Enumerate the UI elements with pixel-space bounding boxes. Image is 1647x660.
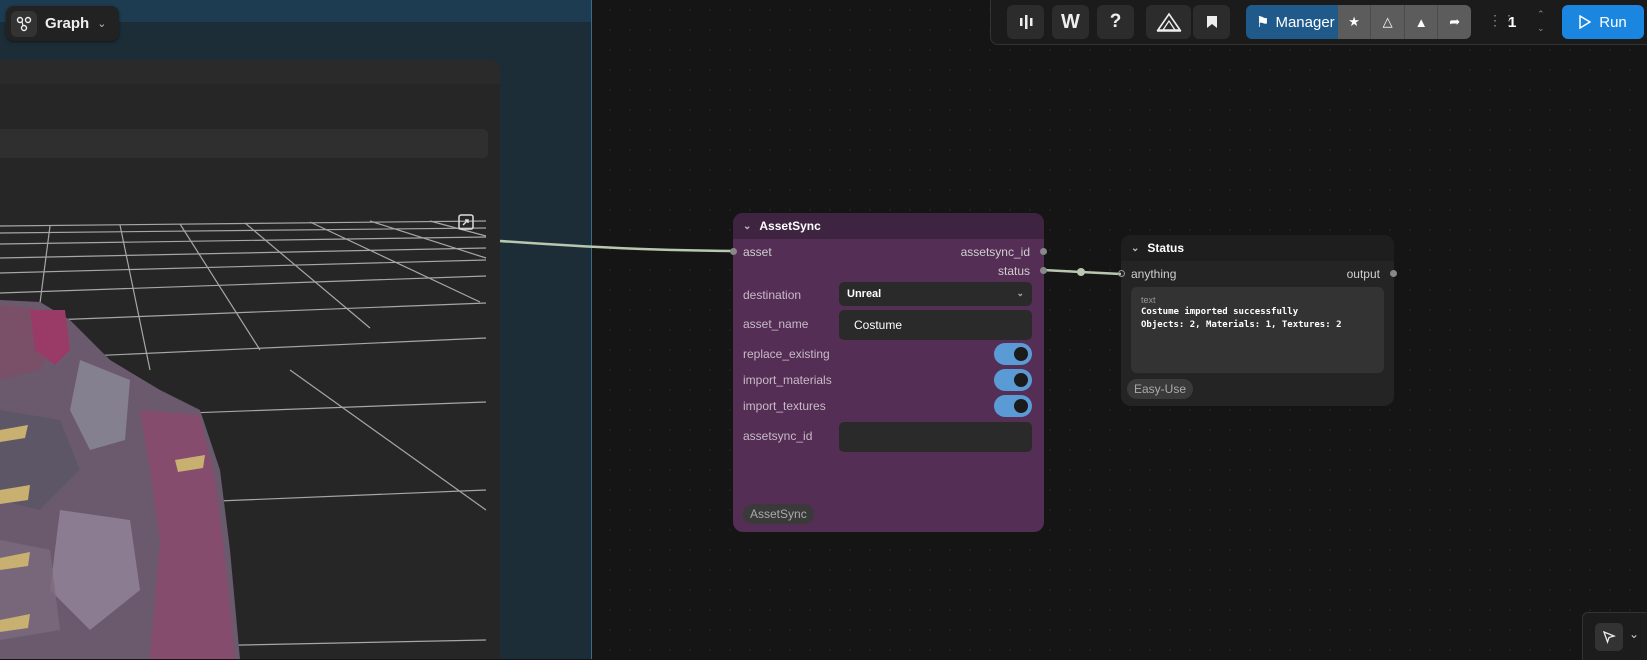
assetsync-node-title: AssetSync — [759, 219, 821, 233]
canvas-mode-control: ⌄ — [1582, 612, 1647, 660]
star-icon[interactable]: ★ — [1337, 5, 1371, 39]
bookmark-icon[interactable] — [1193, 5, 1230, 39]
collapse-chevron-icon[interactable]: ⌄ — [1131, 243, 1139, 254]
link-asset — [499, 239, 734, 253]
status-node[interactable]: ⌄ Status anything output text Costume im… — [1118, 235, 1397, 406]
pointer-icon[interactable] — [1595, 623, 1623, 651]
chevron-down-icon: ⌄ — [97, 18, 107, 30]
status-output-label: status — [997, 264, 1030, 278]
top-toolbar: W ? ⚑ Manager ★ △ ▲ ➦ ⋮⋮ 1 ⌃ ⌄ Run — [990, 0, 1647, 45]
help-icon[interactable]: ? — [1097, 5, 1134, 39]
chevron-down-icon: ⌄ — [1016, 288, 1024, 298]
run-button[interactable]: Run — [1562, 5, 1644, 39]
manager-button[interactable]: ⚑ Manager — [1246, 5, 1338, 39]
asset-input-label: asset — [743, 245, 772, 259]
text-output-label: text — [1141, 295, 1156, 305]
status-output-socket[interactable] — [1040, 267, 1047, 274]
status-text-line-1: Costume imported successfully — [1141, 307, 1299, 317]
workflow-icon — [11, 10, 37, 37]
asset-input-socket[interactable] — [730, 248, 737, 255]
status-text-output[interactable]: text Costume imported successfully Objec… — [1131, 287, 1384, 373]
sail-icon[interactable]: △ — [1370, 5, 1404, 39]
mountain-logo-icon[interactable] — [1146, 5, 1191, 39]
sail-alt-icon[interactable]: ▲ — [1403, 5, 1438, 39]
w-logo-icon[interactable]: W — [1052, 5, 1089, 39]
assetsync-id-label: assetsync_id — [743, 429, 813, 443]
replace-existing-label: replace_existing — [743, 347, 830, 361]
anything-input-label: anything — [1131, 267, 1177, 281]
asset-name-input[interactable]: Costume — [839, 310, 1032, 340]
asset-name-value: Costume — [854, 318, 903, 332]
chevron-down-icon[interactable]: ⌄ — [1629, 627, 1639, 641]
stepper-arrows-icon[interactable]: ⌃ ⌄ — [1537, 7, 1545, 35]
share-icon[interactable]: ➦ — [1437, 5, 1471, 39]
assetsync-id-input[interactable] — [839, 422, 1032, 452]
status-node-title: Status — [1147, 241, 1185, 255]
output-socket[interactable] — [1390, 270, 1397, 277]
graph-menu-button[interactable]: Graph ⌄ — [6, 6, 119, 41]
anything-input-socket[interactable] — [1118, 270, 1125, 277]
assetsync-node-header[interactable]: ⌄ AssetSync — [733, 213, 1044, 239]
import-materials-label: import_materials — [743, 373, 832, 387]
link-midpoint — [1077, 268, 1085, 276]
run-label: Run — [1599, 13, 1627, 31]
manager-group: ⚑ Manager ★ △ ▲ ➦ — [1246, 5, 1471, 39]
destination-select[interactable]: Unreal ⌄ — [839, 282, 1032, 306]
asset-name-label: asset_name — [743, 317, 809, 331]
puzzle-icon: ⚑ — [1256, 14, 1270, 31]
play-icon — [1579, 15, 1592, 29]
destination-value: Unreal — [847, 288, 882, 300]
import-textures-label: import_textures — [743, 399, 826, 413]
node-source-badge: AssetSync — [743, 504, 814, 524]
status-text-line-2: Objects: 2, Materials: 1, Textures: 2 — [1141, 320, 1342, 330]
replace-existing-toggle[interactable] — [994, 343, 1032, 365]
queue-count-stepper[interactable]: 1 ⌃ ⌄ — [1508, 5, 1548, 39]
node-source-badge: Easy-Use — [1127, 379, 1194, 399]
status-node-header[interactable]: ⌄ Status — [1121, 235, 1394, 261]
collapse-chevron-icon[interactable]: ⌄ — [743, 221, 751, 232]
import-textures-toggle[interactable] — [994, 395, 1032, 417]
assetsync-node[interactable]: ⌄ AssetSync asset assetsync_id status de… — [730, 213, 1047, 532]
equalizer-icon[interactable] — [1007, 5, 1044, 39]
assetsync-id-output-socket[interactable] — [1040, 248, 1047, 255]
destination-label: destination — [743, 288, 802, 302]
output-label: output — [1346, 267, 1380, 281]
queue-count-value: 1 — [1508, 13, 1517, 31]
assetsync-id-output-label: assetsync_id — [960, 245, 1030, 259]
manager-label: Manager — [1275, 13, 1335, 31]
import-materials-toggle[interactable] — [994, 369, 1032, 391]
graph-menu-label: Graph — [45, 15, 90, 32]
